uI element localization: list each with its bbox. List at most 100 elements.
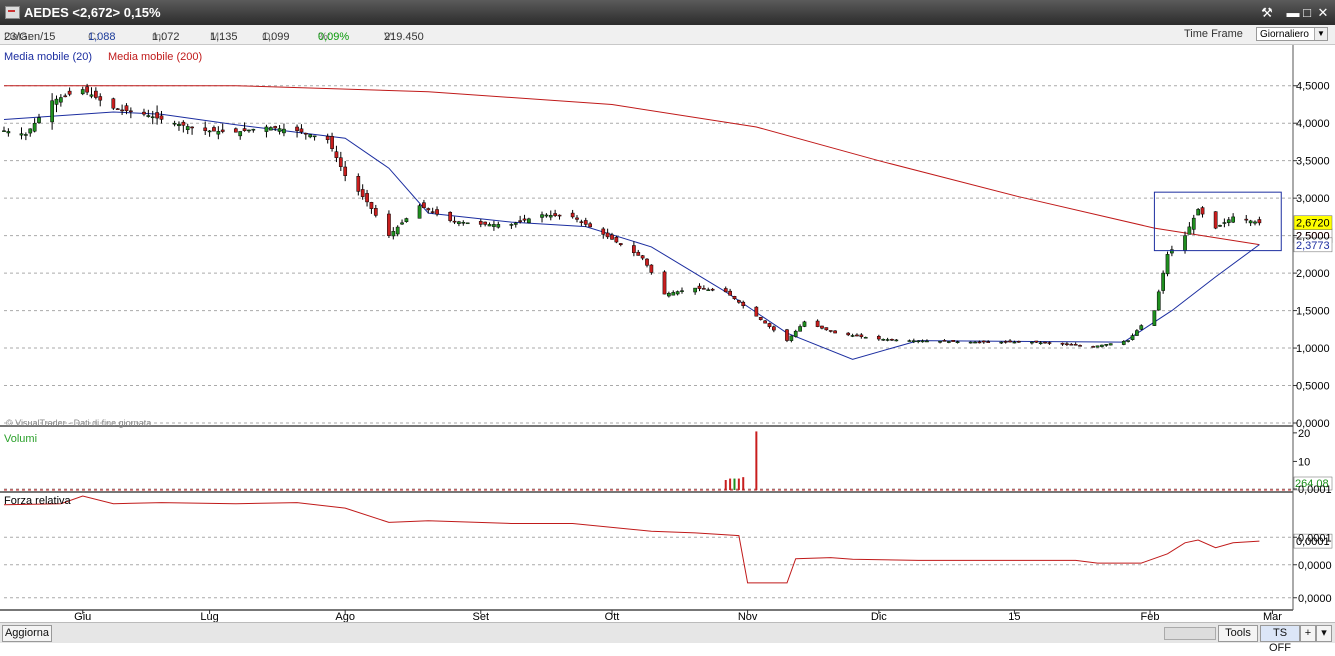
candle-down [632, 245, 636, 254]
candle [723, 286, 728, 293]
candle [28, 128, 33, 137]
candle-down [1078, 345, 1082, 347]
candle-down [369, 202, 374, 209]
chart-area[interactable]: 2,50002,37732,6720264.080,0001 0,00000,5… [0, 45, 1335, 622]
candle [1008, 339, 1012, 343]
candle-up [916, 340, 921, 343]
candle [1213, 211, 1218, 230]
candle-up [667, 292, 671, 297]
horizontal-scrollbar[interactable] [1164, 627, 1216, 640]
candle-up [50, 100, 54, 123]
candle [1034, 340, 1039, 344]
candle [579, 219, 584, 227]
add-button[interactable]: + [1300, 625, 1316, 642]
candle-up [177, 124, 181, 127]
candle [343, 161, 348, 182]
rs-y-tick-label: 0,0000 [1298, 560, 1332, 572]
candle [111, 97, 116, 110]
candle-down [640, 255, 645, 259]
x-tick-label: Feb [1141, 611, 1160, 622]
candle-down [951, 340, 956, 342]
candle [798, 324, 802, 332]
candle-up [946, 341, 951, 343]
candle [59, 94, 63, 107]
candle [527, 217, 531, 224]
candle [120, 104, 124, 115]
candle-up [2, 130, 6, 132]
candle-up [1038, 342, 1043, 344]
timeframe-select[interactable]: Giornaliero ▼ [1256, 27, 1328, 41]
timeframe-dropdown-icon[interactable]: ▼ [1314, 28, 1327, 40]
candle [951, 340, 956, 342]
candle-up [1231, 216, 1235, 223]
candle [216, 126, 221, 140]
candle-down [190, 126, 194, 129]
candle-up [1253, 221, 1257, 224]
date-value: 23/Gen/15 [4, 31, 56, 43]
candle-up [496, 224, 501, 228]
candle-up [1108, 343, 1113, 346]
candle-up [968, 341, 973, 344]
candle-down [763, 320, 767, 324]
rs-y-tick-label: 0,0001 [1298, 484, 1332, 496]
ts-off-button[interactable]: TS OFF [1260, 625, 1300, 654]
candle [478, 219, 483, 228]
candle-down [295, 126, 299, 131]
candle-up [400, 222, 404, 225]
candle-down [159, 115, 164, 120]
candle [680, 287, 684, 294]
candle-up [850, 335, 855, 337]
aggiorna-button[interactable]: Aggiorna [2, 625, 52, 642]
candle-down [710, 288, 715, 291]
candle-up [894, 339, 899, 342]
candle-down [142, 111, 146, 115]
candle [325, 133, 330, 144]
candle-down [1034, 340, 1039, 343]
candle-up [1126, 340, 1131, 342]
candle-down [1257, 219, 1262, 224]
candle [553, 209, 557, 218]
candle-up [37, 117, 41, 123]
candle-down [636, 251, 641, 256]
candle-down [728, 290, 732, 296]
candle [50, 93, 54, 130]
candle-down [426, 208, 431, 211]
candle-down [181, 121, 186, 126]
candle [417, 203, 422, 219]
candle-down [1069, 343, 1074, 346]
close-button[interactable]: ✕ [1313, 3, 1333, 22]
tools-icon[interactable]: ⚒ [1257, 3, 1277, 22]
candle [190, 126, 194, 135]
candle [938, 341, 942, 344]
candle-up [999, 341, 1004, 344]
candle [247, 129, 251, 133]
volume-bar [729, 478, 732, 490]
add-label: + [1304, 627, 1312, 639]
selection-box [1153, 191, 1282, 252]
candle [6, 128, 11, 137]
candle-up [1165, 254, 1170, 275]
candle [251, 128, 256, 133]
candle-down [876, 335, 881, 340]
candle-up [6, 131, 11, 134]
candle [63, 93, 68, 98]
candle-down [360, 189, 365, 197]
candle-up [247, 129, 251, 132]
candle [907, 339, 912, 342]
x-tick-label: Giu [74, 611, 91, 622]
candle-up [207, 130, 212, 133]
candle [540, 211, 544, 223]
candle-up [59, 97, 63, 103]
candle-up [955, 341, 960, 343]
candle-down [155, 112, 159, 119]
candle-down [299, 128, 304, 133]
candle [400, 219, 404, 225]
candle-down [356, 176, 361, 192]
tools-button[interactable]: Tools [1218, 625, 1258, 642]
candle [885, 337, 890, 342]
menu-button[interactable]: ▾ [1316, 625, 1332, 642]
candle-down [732, 296, 737, 300]
candle-down [942, 340, 947, 342]
candle-down [330, 136, 334, 149]
candle [876, 334, 881, 341]
